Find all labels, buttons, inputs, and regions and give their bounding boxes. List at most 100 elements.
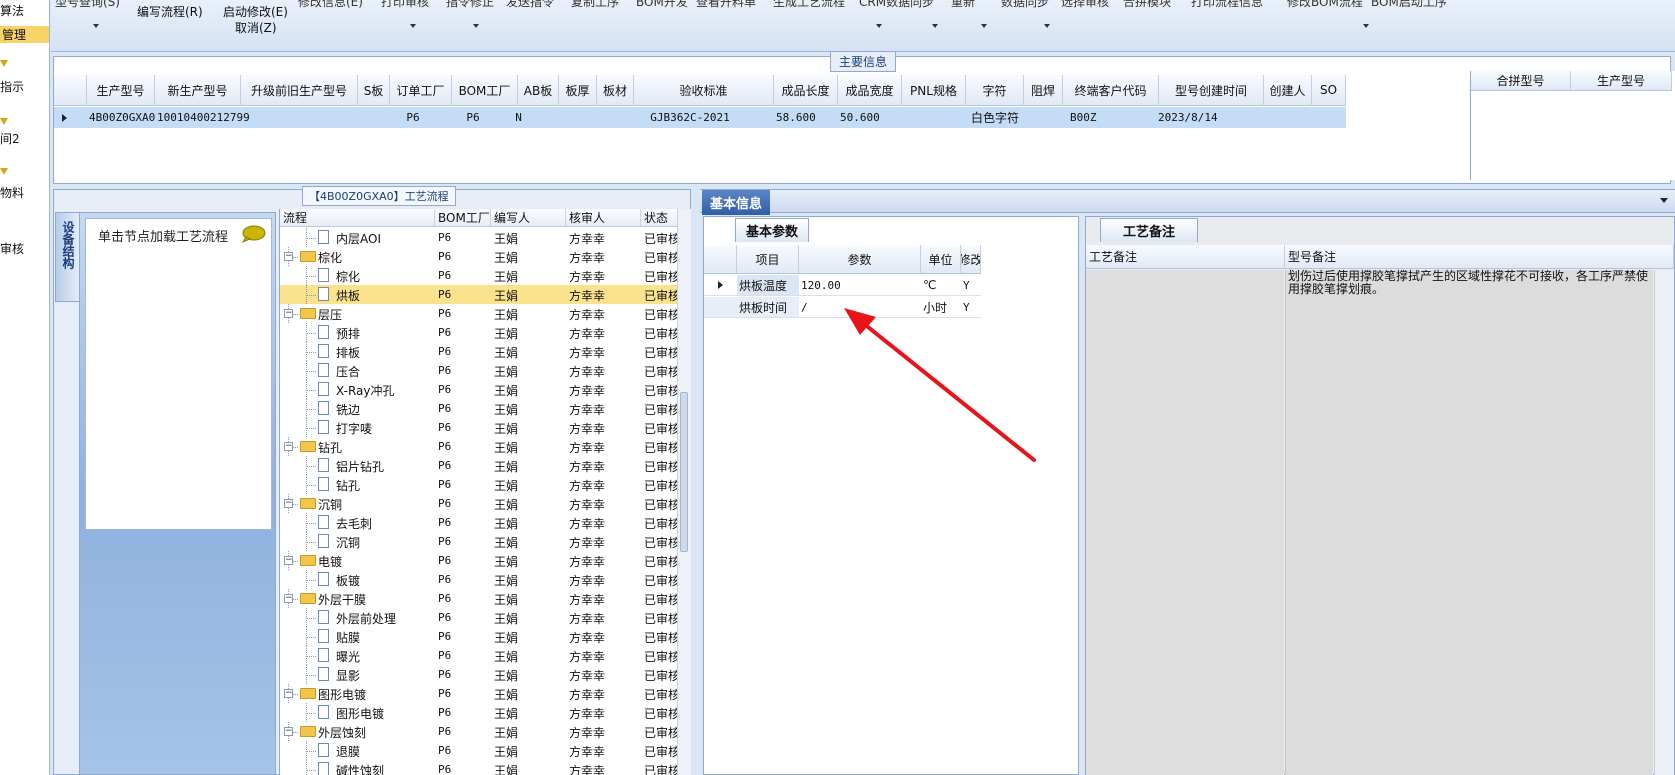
tree-node-row[interactable]: 烘板 P6 王娟 方幸幸 已审核 [280, 285, 677, 304]
toolbar-item[interactable]: 复制工序 [571, 0, 619, 10]
tree-node-row[interactable]: 曝光 P6 王娟 方幸幸 已审核 [280, 646, 677, 665]
chevron-down-icon[interactable] [1044, 24, 1050, 28]
param-unit[interactable]: ℃ [921, 275, 961, 296]
collapse-icon[interactable]: − [284, 727, 293, 736]
tree-node-row[interactable]: 铣边 P6 王娟 方幸幸 已审核 [280, 399, 677, 418]
collapse-icon[interactable]: − [284, 594, 293, 603]
toolbar-item[interactable]: 打印流程信息 [1191, 0, 1263, 10]
tree-group-row[interactable]: − 层压 P6 王娟 方幸幸 已审核 [280, 304, 677, 323]
column-header[interactable]: 核审人 [566, 209, 641, 227]
column-header[interactable]: SO [1312, 75, 1346, 106]
toolbar-item[interactable]: 打印审核 [381, 0, 429, 10]
tab-process-notes[interactable]: 工艺备注 [1100, 218, 1199, 242]
tree-node-row[interactable]: 铝片钻孔 P6 王娟 方幸幸 已审核 [280, 456, 677, 475]
cell-mask[interactable] [1024, 107, 1063, 128]
left-nav-item[interactable]: 指示 [0, 78, 24, 95]
cell-customer[interactable]: B00Z [1070, 107, 1159, 128]
chevron-down-icon[interactable] [1363, 24, 1369, 28]
tab-basic-params[interactable]: 基本参数 [735, 218, 810, 242]
model-note-field[interactable] [1285, 270, 1653, 775]
cell-width[interactable]: 50.600 [840, 107, 902, 128]
tree-node-row[interactable]: 去毛刺 P6 王娟 方幸幸 已审核 [280, 513, 677, 532]
tree-node-row[interactable]: 预排 P6 王娟 方幸幸 已审核 [280, 323, 677, 342]
cell-so[interactable] [1312, 107, 1346, 128]
column-header[interactable]: BOM工厂 [435, 209, 491, 227]
column-header[interactable]: 终端客户代码 [1063, 75, 1159, 106]
chevron-down-icon[interactable] [410, 24, 416, 28]
column-header[interactable]: 成品长度 [774, 75, 838, 106]
param-item[interactable]: 烘板温度 [737, 275, 799, 296]
chevron-down-icon[interactable] [876, 24, 882, 28]
column-header[interactable]: 流程 [280, 209, 435, 227]
toolbar-item[interactable]: 指令修正 [446, 0, 494, 10]
tree-group-row[interactable]: − 电镀 P6 王娟 方幸幸 已审核 [280, 551, 677, 570]
column-header[interactable]: 合拼型号 [1471, 71, 1571, 91]
left-nav-item-selected[interactable]: 管理 [0, 26, 49, 43]
note-scrollbar[interactable] [1654, 270, 1674, 775]
toolbar-item[interactable]: 发送指令 [506, 0, 554, 10]
cell-created[interactable]: 2023/8/14 [1158, 107, 1263, 128]
param-flag[interactable]: Y [961, 275, 981, 296]
toolbar-item[interactable]: 修改信息(E) [298, 0, 363, 10]
tree-group-row[interactable]: − 图形电镀 P6 王娟 方幸幸 已审核 [280, 684, 677, 703]
toolbar-item[interactable]: 生成工艺流程 [773, 0, 845, 10]
column-header[interactable]: 编写人 [491, 209, 566, 227]
left-nav-item[interactable]: 物料 [0, 184, 24, 201]
toolbar-item[interactable]: 型号查询(S) [55, 0, 120, 10]
column-header[interactable]: 成品宽度 [838, 75, 902, 106]
column-header[interactable]: 订单工厂 [390, 75, 452, 106]
chevron-down-icon[interactable] [1660, 198, 1668, 203]
tree-node-row[interactable]: 打字唛 P6 王娟 方幸幸 已审核 [280, 418, 677, 437]
column-header[interactable]: 字符 [966, 75, 1024, 106]
tree-node-row[interactable]: 退膜 P6 王娟 方幸幸 已审核 [280, 741, 677, 760]
tree-node-row[interactable]: 内层AOI P6 王娟 方幸幸 已审核 [280, 228, 677, 247]
side-tab-equipment[interactable]: 设备结构 [55, 212, 79, 302]
tree-node-row[interactable]: 排板 P6 王娟 方幸幸 已审核 [280, 342, 677, 361]
column-header[interactable]: 型号备注 [1285, 245, 1674, 269]
cell-length[interactable]: 58.600 [776, 107, 838, 128]
cancel-button[interactable]: 取消(Z) [235, 19, 277, 36]
column-header[interactable]: 单位 [921, 245, 961, 274]
tree-group-row[interactable]: − 棕化 P6 王娟 方幸幸 已审核 [280, 247, 677, 266]
toolbar-item[interactable]: CRM数据同步 [859, 0, 934, 10]
column-header[interactable]: PNL规格 [902, 75, 966, 106]
column-header[interactable]: 型号创建时间 [1159, 75, 1264, 106]
collapse-icon[interactable]: − [284, 499, 293, 508]
tree-group-row[interactable]: − 沉铜 P6 王娟 方幸幸 已审核 [280, 494, 677, 513]
toolbar-item[interactable]: 查看开料单 [696, 0, 756, 10]
collapse-icon[interactable]: − [284, 689, 293, 698]
toolbar-item[interactable]: 合拼模块 [1123, 0, 1171, 10]
column-header[interactable]: BOM工厂 [452, 75, 518, 106]
collapse-icon[interactable]: − [284, 556, 293, 565]
left-nav-item[interactable]: 间2 [0, 130, 20, 147]
toolbar-item[interactable]: BOM启动工序 [1371, 0, 1447, 10]
left-nav-item[interactable]: 审核 [0, 240, 24, 257]
tree-node-row[interactable]: 图形电镀 P6 王娟 方幸幸 已审核 [280, 703, 677, 722]
toolbar-item[interactable]: BOM开发 [636, 0, 688, 10]
speech-bubble-icon[interactable] [240, 225, 266, 243]
param-value[interactable]: 120.00 [799, 275, 921, 296]
column-header[interactable]: 生产型号 [87, 75, 155, 106]
cell-new-model[interactable]: 10010400212799 [157, 107, 250, 128]
cell-ab-board[interactable]: N [498, 107, 539, 128]
tree-scrollbar-thumb[interactable] [680, 392, 688, 552]
column-header[interactable]: S板 [358, 75, 390, 106]
chevron-down-icon[interactable] [932, 24, 938, 28]
param-item[interactable]: 烘板时间 [737, 297, 799, 318]
write-process-button[interactable]: 编写流程(R) [137, 3, 203, 20]
chevron-down-icon[interactable] [981, 24, 987, 28]
tree-node-row[interactable]: X-Ray冲孔 P6 王娟 方幸幸 已审核 [280, 380, 677, 399]
cell-old-model[interactable] [243, 107, 358, 128]
cell-pnl[interactable] [902, 107, 966, 128]
start-modify-button[interactable]: 启动修改(E) [223, 3, 288, 20]
tree-node-row[interactable]: 碱性蚀刻 P6 王娟 方幸幸 已审核 [280, 760, 677, 775]
chevron-down-icon[interactable] [93, 24, 99, 28]
column-header[interactable]: 参数 [799, 245, 921, 274]
column-header[interactable]: 板材 [597, 75, 634, 106]
tree-node-row[interactable]: 钻孔 P6 王娟 方幸幸 已审核 [280, 475, 677, 494]
column-header[interactable]: AB板 [518, 75, 559, 106]
cell-creator[interactable] [1264, 107, 1312, 128]
cell-thickness[interactable] [559, 107, 597, 128]
column-header[interactable]: 修改 [961, 245, 981, 274]
column-header[interactable]: 升级前旧生产型号 [241, 75, 358, 106]
